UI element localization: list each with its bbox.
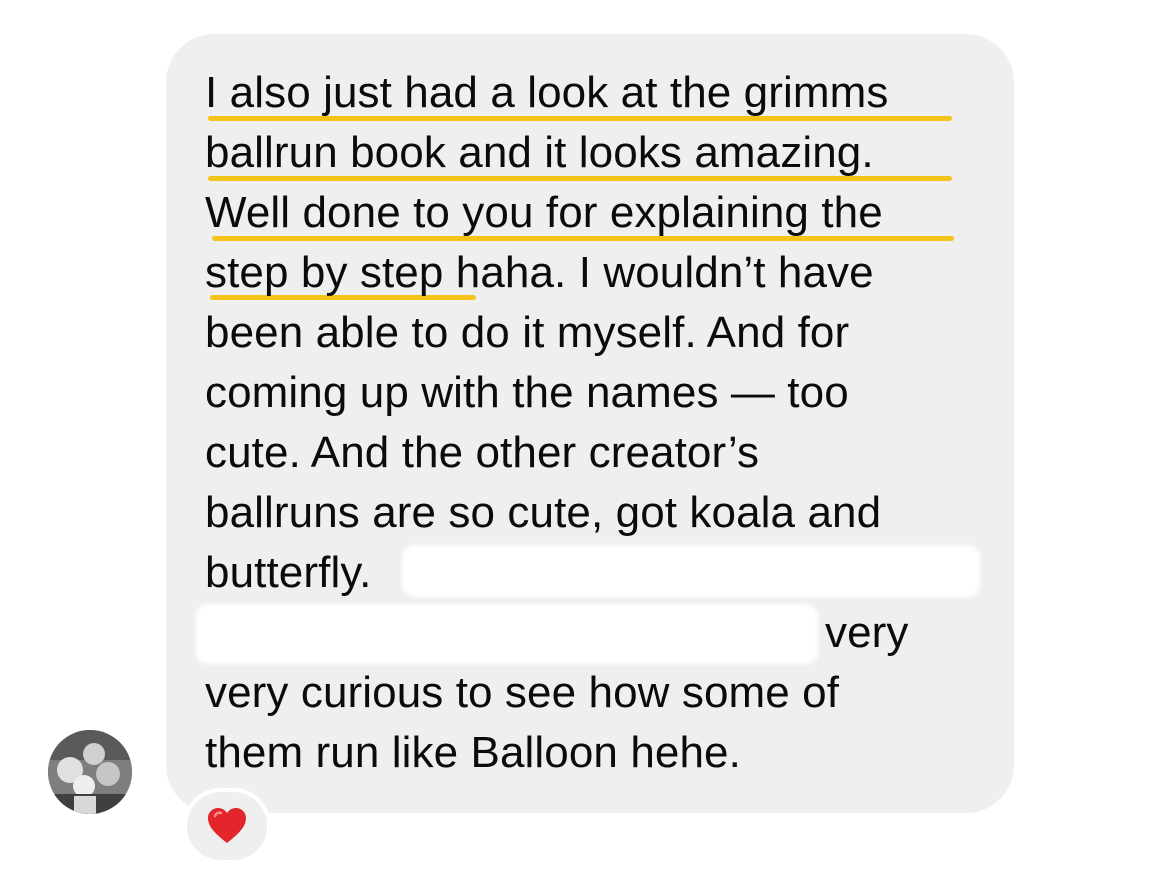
message-line: butterfly. (205, 548, 372, 597)
message-line: step by step haha. I wouldn’t have (205, 248, 874, 297)
redacted-text (402, 545, 980, 597)
heart-emoji-icon (208, 808, 246, 843)
message-line: been able to do it myself. And for (205, 308, 850, 357)
reaction-badge[interactable] (183, 788, 271, 864)
message-line: ballruns are so cute, got koala and (205, 488, 882, 537)
profile-photo-icon (48, 730, 132, 814)
message-line: very curious to see how some of (205, 668, 840, 717)
message-line: coming up with the names — too (205, 368, 849, 417)
chat-screenshot: I also just had a look at the grimms bal… (0, 0, 1170, 895)
sender-avatar[interactable] (48, 730, 132, 814)
message-line: very (825, 608, 909, 657)
message-line: I also just had a look at the grimms (205, 68, 889, 117)
redacted-text (196, 604, 818, 664)
message-line: them run like Balloon hehe. (205, 728, 741, 777)
message-line: cute. And the other creator’s (205, 428, 760, 477)
message-line: ballrun book and it looks amazing. (205, 128, 874, 177)
message-line: Well done to you for explaining the (205, 188, 883, 237)
